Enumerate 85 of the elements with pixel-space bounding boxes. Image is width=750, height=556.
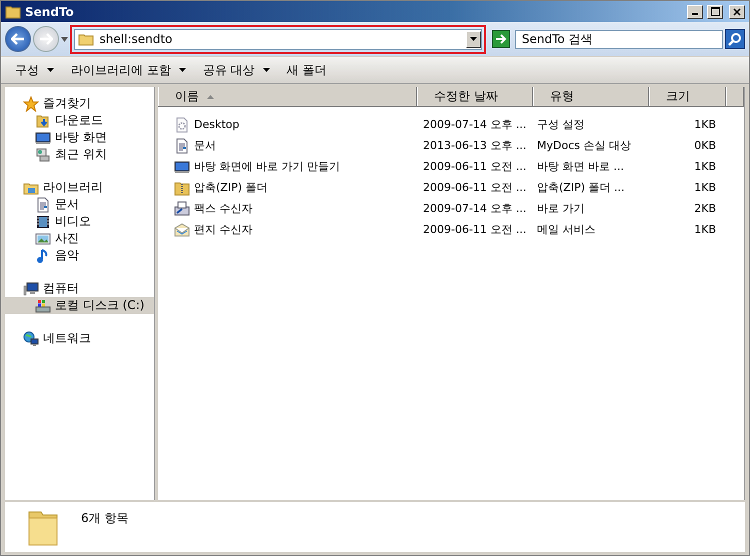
- minimize-icon: [692, 13, 698, 15]
- caret-icon: [262, 68, 270, 72]
- table-cell-text: 구성 설정: [536, 117, 586, 132]
- sidebar-item[interactable]: 즐겨찾기: [5, 95, 154, 112]
- window-title: SendTo: [25, 4, 75, 18]
- computer-icon: [23, 280, 39, 296]
- maximize-button[interactable]: [707, 4, 723, 18]
- arrow-icon: [494, 34, 507, 44]
- fax-icon: [174, 200, 190, 216]
- drive-icon: [35, 298, 51, 314]
- search-field[interactable]: SendTo 검색: [514, 30, 724, 48]
- desktop-icon: [35, 130, 51, 146]
- toolbar-menu-button[interactable]: 새 폴더: [276, 59, 334, 81]
- minimize-button[interactable]: [687, 4, 703, 18]
- table-cell-text: 압축(ZIP) 폴더 ...: [536, 180, 626, 195]
- sidebar-item[interactable]: 최근 위치: [5, 146, 154, 163]
- file-name[interactable]: 팩스 수신자: [158, 200, 417, 216]
- table-cell-text: 0KB: [693, 139, 717, 152]
- file-name[interactable]: 압축(ZIP) 폴더: [158, 180, 417, 196]
- back-arrow-icon: [10, 33, 25, 45]
- table-cell-text: 2013-06-13 오후 ...: [422, 138, 528, 153]
- desktop-icon: [174, 158, 190, 174]
- file-name[interactable]: Desktop: [158, 116, 417, 132]
- back-button[interactable]: [5, 26, 31, 52]
- table-cell-text: 1KB: [693, 223, 717, 236]
- item-count: 6개 항목: [81, 510, 128, 527]
- table-cell-text: 2009-07-14 오후 ...: [422, 117, 528, 132]
- search-icon: [728, 32, 742, 46]
- table-cell-text: 바로 가기: [536, 201, 586, 216]
- film-icon: [35, 214, 51, 230]
- sidebar-item[interactable]: 바탕 화면: [5, 129, 154, 146]
- go-button[interactable]: [492, 30, 510, 48]
- table-cell-text: 2009-06-11 오전 ...: [422, 180, 528, 195]
- settings-file-icon: [174, 116, 190, 132]
- column-header[interactable]: 이름: [158, 87, 417, 106]
- table-cell-text: 2009-07-14 오후 ...: [422, 201, 528, 216]
- maximize-icon: [710, 7, 720, 16]
- document-icon: [174, 138, 190, 154]
- sidebar-item[interactable]: 문서: [5, 196, 154, 213]
- picture-icon: [35, 230, 51, 246]
- sidebar-item[interactable]: 다운로드: [5, 112, 154, 129]
- dropdown-button[interactable]: [466, 30, 481, 48]
- caret-icon: [178, 68, 186, 72]
- file-name[interactable]: 문서: [158, 138, 417, 154]
- table-cell-text: 2KB: [693, 202, 717, 215]
- table-cell-text: 메일 서비스: [536, 222, 596, 237]
- recent-places-icon: [35, 146, 51, 162]
- toolbar-menu-button[interactable]: 공유 대상: [192, 59, 277, 81]
- table-cell-text: 2009-06-11 오전 ...: [422, 222, 528, 237]
- sidebar-item[interactable]: 네트워크: [5, 330, 154, 347]
- table-cell-text: 2009-06-11 오전 ...: [422, 159, 528, 174]
- close-icon: [733, 8, 741, 16]
- sort-arrow-icon: [207, 94, 214, 98]
- table-cell-text: 1KB: [693, 160, 717, 173]
- globe-computer-icon: [23, 330, 39, 346]
- caret-icon: [470, 37, 477, 41]
- close-button[interactable]: [729, 4, 745, 18]
- sidebar-item[interactable]: 음악: [5, 247, 154, 264]
- document-icon: [35, 196, 51, 212]
- column-header[interactable]: 유형: [533, 87, 649, 106]
- table-cell-text: MyDocs 손실 대상: [536, 138, 632, 153]
- table-cell-text: 1KB: [693, 118, 717, 131]
- sidebar-item[interactable]: 사진: [5, 230, 154, 247]
- column-header[interactable]: 수정한 날짜: [417, 87, 533, 106]
- star-icon: [23, 96, 39, 112]
- forward-arrow-icon: [38, 33, 53, 45]
- sidebar-item[interactable]: 로컬 디스크 (C:): [5, 297, 154, 314]
- sidebar-item[interactable]: 비디오: [5, 213, 154, 230]
- address-bar[interactable]: shell:sendto: [74, 28, 482, 50]
- toolbar-menu-button[interactable]: 라이브러리에 포함: [61, 59, 193, 81]
- folder-icon: [5, 4, 21, 20]
- table-cell-text: 1KB: [693, 181, 717, 194]
- envelope-icon: [174, 222, 190, 238]
- search-button[interactable]: [725, 29, 745, 49]
- download-folder-icon: [35, 112, 51, 128]
- column-header[interactable]: 크기: [649, 87, 726, 106]
- caret-icon: [47, 68, 54, 72]
- history-caret-icon[interactable]: [60, 36, 68, 42]
- sidebar-item[interactable]: 라이브러리: [5, 179, 154, 196]
- toolbar-menu-button[interactable]: 구성: [5, 59, 61, 81]
- file-name[interactable]: 편지 수신자: [158, 222, 417, 238]
- file-name[interactable]: 바탕 화면에 바로 가기 만들기: [158, 158, 417, 174]
- table-cell-text: 바탕 화면 바로 ...: [536, 159, 625, 174]
- sidebar-item[interactable]: 컴퓨터: [5, 280, 154, 297]
- zip-folder-icon: [174, 180, 190, 196]
